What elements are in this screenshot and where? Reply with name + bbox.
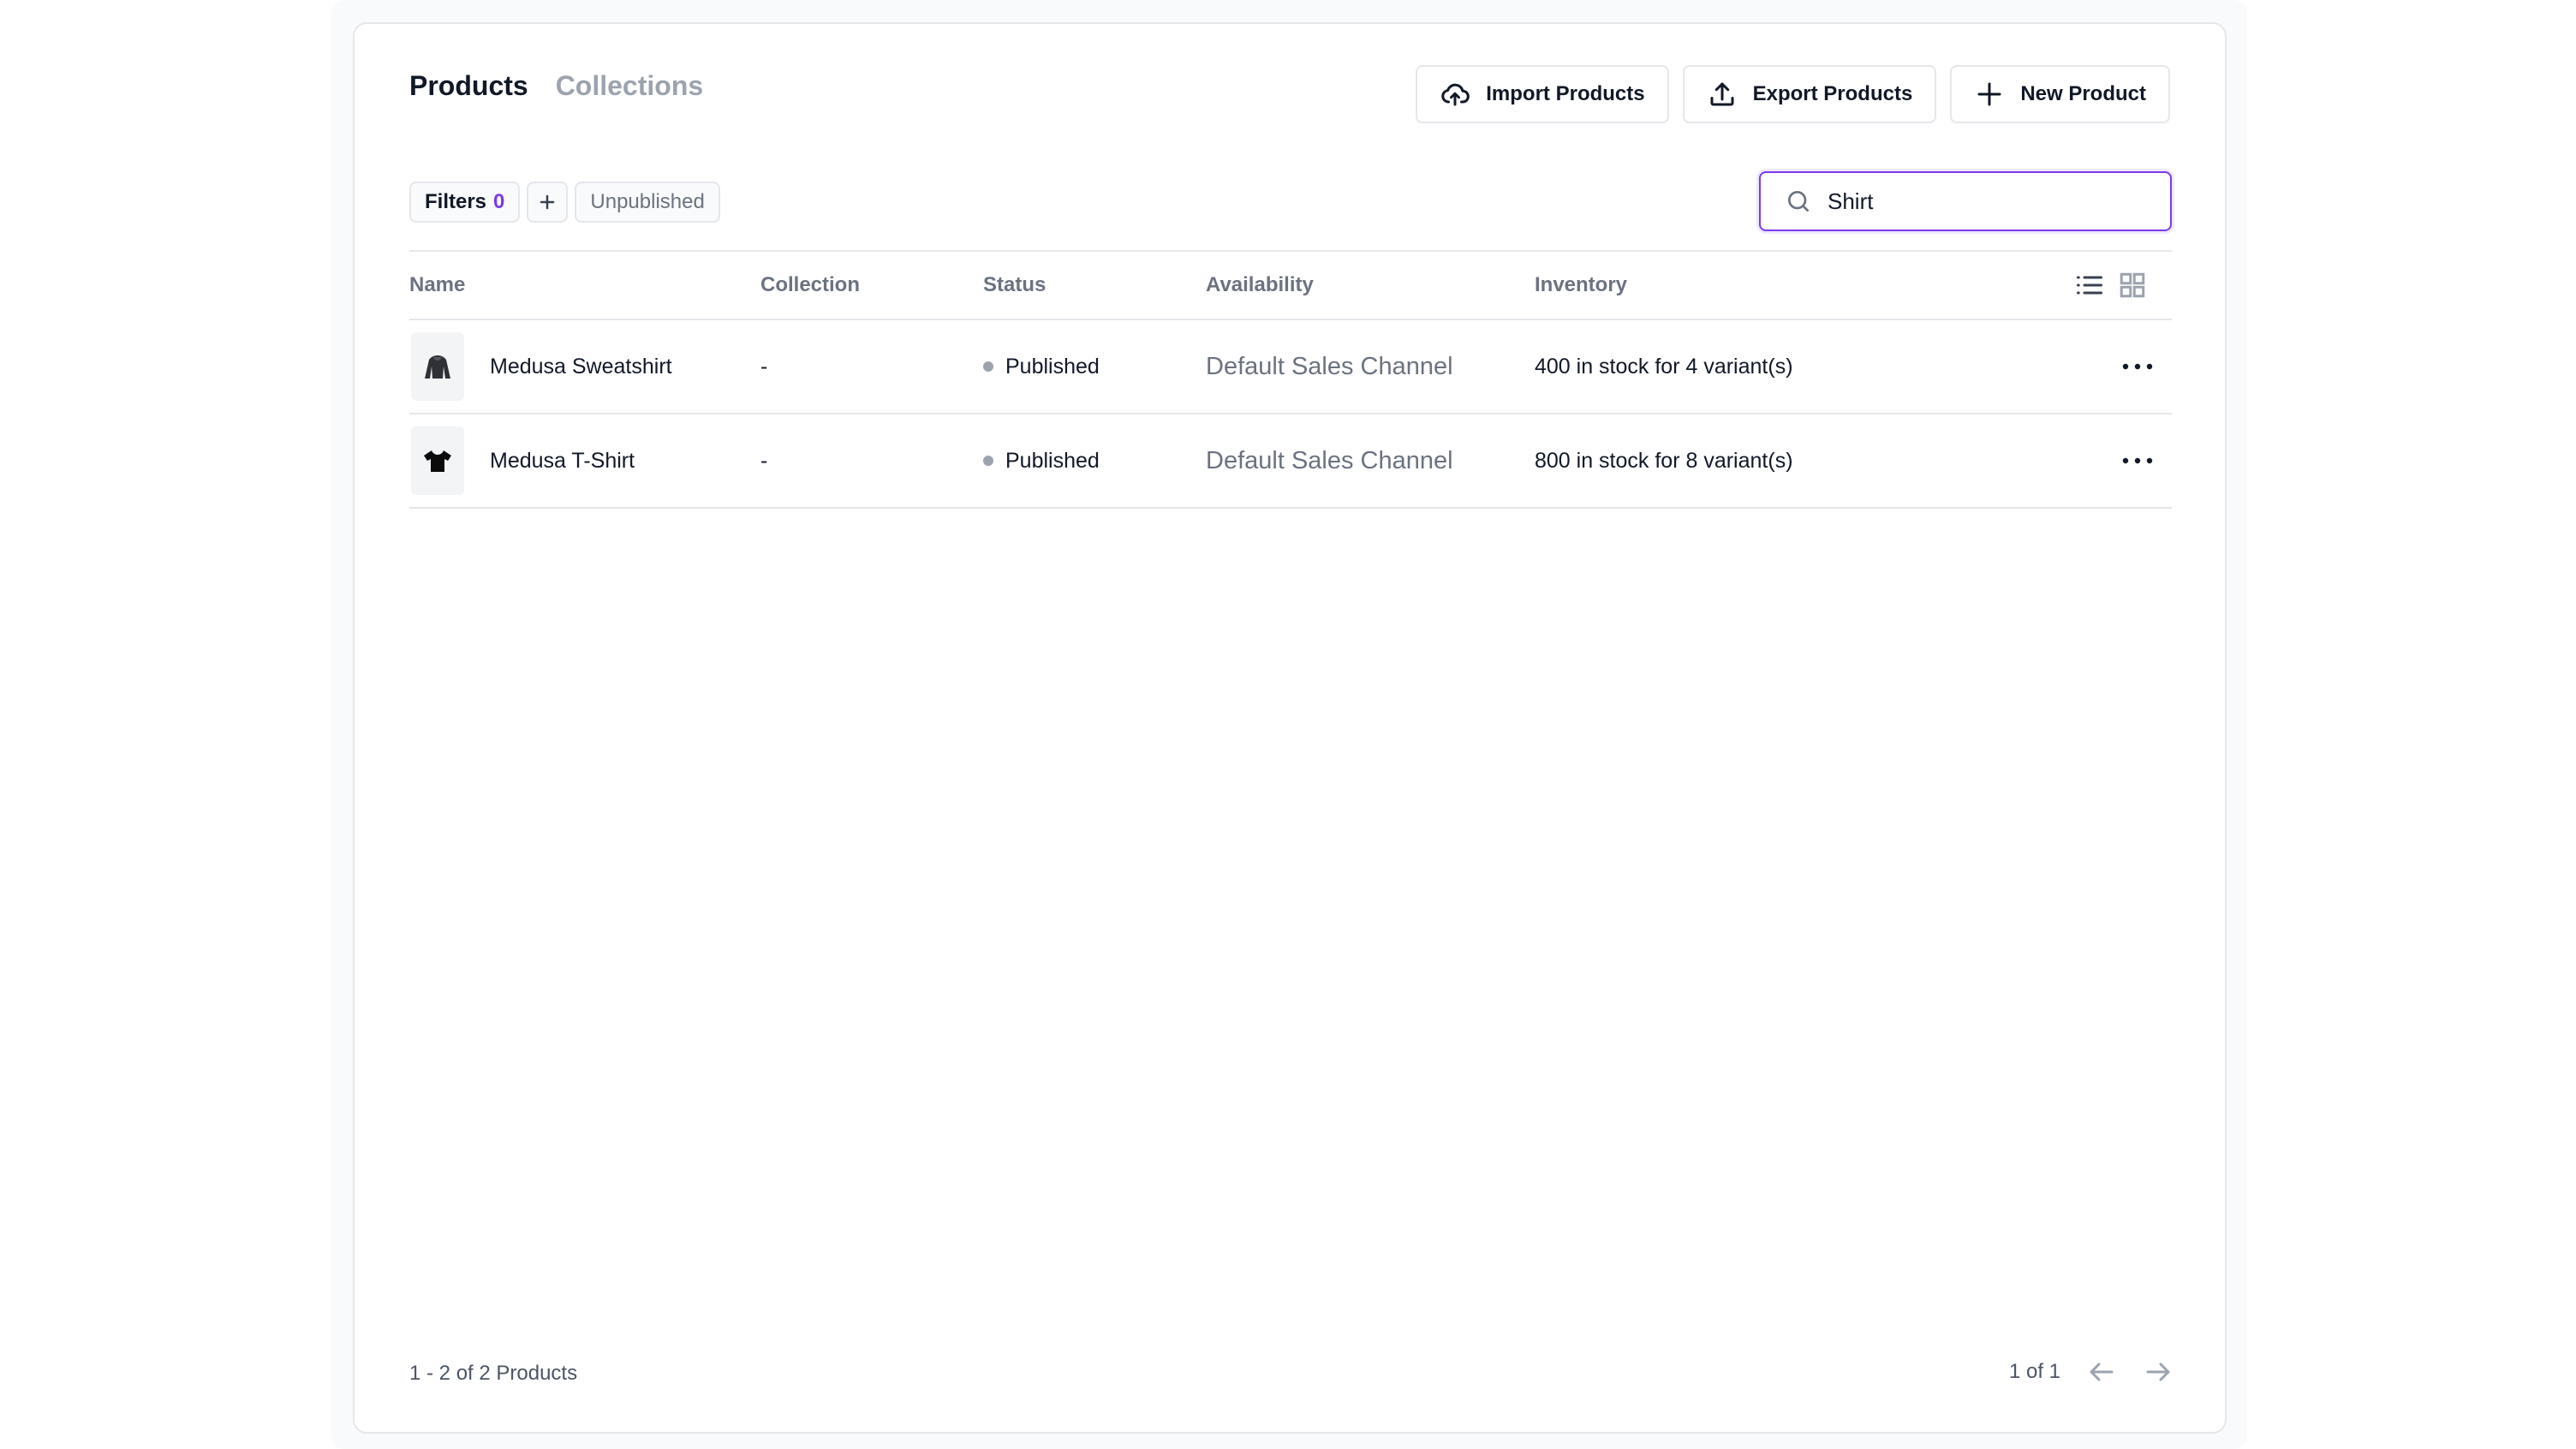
status-label: Published (1005, 448, 1100, 473)
row-actions (2066, 361, 2172, 372)
products-card (353, 22, 2227, 1434)
status-label: Published (1005, 354, 1100, 379)
product-thumbnail (411, 426, 464, 495)
export-products-button[interactable]: Export Products (1682, 65, 1937, 123)
collection-cell: - (760, 354, 768, 379)
table-header: Name Collection Status Availability Inve… (409, 250, 2172, 320)
header-actions: Import Products Export Products New Prod… (1416, 65, 2170, 123)
status-dot (983, 361, 993, 372)
search-box[interactable] (1759, 171, 2172, 231)
status-dot (983, 456, 993, 466)
grid-view-icon[interactable] (2117, 270, 2148, 301)
table-row[interactable]: Medusa Sweatshirt - Published Default Sa… (409, 320, 2172, 414)
product-name[interactable]: Medusa T-Shirt (490, 449, 635, 474)
saved-filter-unpublished[interactable]: Unpublished (575, 182, 720, 223)
import-products-label: Import Products (1486, 82, 1645, 105)
row-actions (2066, 456, 2172, 466)
tab-products[interactable]: Products (409, 69, 528, 103)
column-header-status: Status (983, 273, 1046, 296)
arrow-left-icon[interactable] (2086, 1357, 2117, 1387)
column-header-name: Name (409, 273, 466, 296)
status-cell: Published (983, 355, 1206, 379)
products-table: Name Collection Status Availability Inve… (409, 250, 2172, 509)
filters-label: Filters (425, 190, 487, 213)
filters-button[interactable]: Filters 0 (409, 182, 521, 223)
search-input[interactable] (1828, 188, 2136, 215)
column-header-inventory: Inventory (1535, 273, 1628, 296)
view-toggle (2066, 270, 2172, 301)
upload-icon (1710, 82, 1734, 106)
column-header-availability: Availability (1206, 273, 1314, 296)
pagination: 1 of 1 (2009, 1357, 2174, 1387)
filter-bar: Filters 0 Unpublished (409, 182, 720, 223)
availability-cell: Default Sales Channel (1206, 446, 1453, 474)
product-name-cell: Medusa Sweatshirt (409, 332, 760, 401)
list-view-icon[interactable] (2074, 270, 2105, 301)
tab-bar: Products Collections (409, 69, 703, 103)
export-products-label: Export Products (1752, 82, 1913, 105)
product-name[interactable]: Medusa Sweatshirt (490, 355, 672, 379)
inventory-cell: 400 in stock for 4 variant(s) (1535, 354, 1793, 379)
tshirt-icon (424, 450, 451, 472)
more-horizontal-icon[interactable] (2120, 361, 2155, 372)
collection-cell: - (760, 448, 768, 473)
new-product-label: New Product (2020, 82, 2146, 105)
table-row[interactable]: Medusa T-Shirt - Published Default Sales… (409, 414, 2172, 509)
plus-icon (540, 194, 555, 210)
tab-collections[interactable]: Collections (556, 69, 703, 103)
results-summary: 1 - 2 of 2 Products (409, 1362, 578, 1385)
add-filter-button[interactable] (527, 182, 569, 223)
search-icon (1788, 191, 1809, 212)
product-name-cell: Medusa T-Shirt (409, 426, 760, 495)
new-product-button[interactable]: New Product (1950, 65, 2170, 123)
status-cell: Published (983, 449, 1206, 474)
filters-count: 0 (493, 190, 505, 213)
availability-cell: Default Sales Channel (1206, 352, 1453, 380)
plus-icon (1977, 82, 2001, 106)
inventory-cell: 800 in stock for 8 variant(s) (1535, 448, 1793, 473)
column-header-collection: Collection (760, 273, 861, 296)
more-horizontal-icon[interactable] (2120, 456, 2155, 466)
arrow-right-icon[interactable] (2143, 1357, 2174, 1387)
product-thumbnail (411, 332, 464, 401)
cloud-upload-icon (1441, 83, 1470, 106)
import-products-button[interactable]: Import Products (1416, 65, 1669, 123)
page-indicator: 1 of 1 (2008, 1360, 2060, 1383)
sweatshirt-icon (425, 355, 450, 379)
